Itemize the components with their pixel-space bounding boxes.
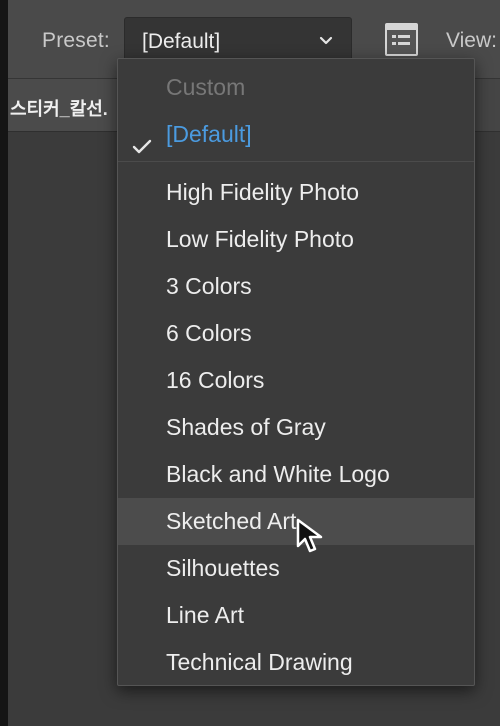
document-tab[interactable]: 스티커_칼선. [8,79,121,132]
menu-item-label: 16 Colors [166,367,265,393]
menu-item-low-fidelity-photo[interactable]: Low Fidelity Photo [118,216,474,263]
preset-selected-value: [Default] [142,30,221,53]
panel-toggle-icon[interactable] [385,23,418,56]
menu-item-16-colors[interactable]: 16 Colors [118,357,474,404]
preset-dropdown-menu: Custom [Default] High Fidelity Photo Low… [117,58,475,686]
menu-item-custom: Custom [118,64,474,111]
document-tab-label: 스티커_칼선. [10,99,108,119]
chevron-down-icon [319,34,333,48]
menu-item-label: 6 Colors [166,320,252,346]
arrow-cursor-icon [296,518,326,554]
menu-item-label: Sketched Art [166,508,297,534]
image-trace-screen: Preset: [Default] View: 스티커_칼선. Custom [… [0,0,500,726]
menu-item-label: Technical Drawing [166,649,353,675]
menu-item-label: Silhouettes [166,555,280,581]
menu-item-label: Custom [166,74,246,100]
menu-item-black-and-white-logo[interactable]: Black and White Logo [118,451,474,498]
menu-item-label: Line Art [166,602,244,628]
menu-item-label: Shades of Gray [166,414,326,440]
left-window-frame [0,0,8,726]
menu-item-high-fidelity-photo[interactable]: High Fidelity Photo [118,169,474,216]
menu-item-label: Low Fidelity Photo [166,226,354,252]
menu-item-6-colors[interactable]: 6 Colors [118,310,474,357]
preset-label: Preset: [42,29,110,52]
menu-item-label: [Default] [166,121,252,147]
menu-item-shades-of-gray[interactable]: Shades of Gray [118,404,474,451]
menu-item-label: High Fidelity Photo [166,179,360,205]
view-label: View: [446,29,497,52]
menu-item-label: 3 Colors [166,273,252,299]
menu-item-default[interactable]: [Default] [118,111,474,158]
checkmark-icon [132,125,152,154]
menu-item-label: Black and White Logo [166,461,390,487]
menu-item-line-art[interactable]: Line Art [118,592,474,639]
menu-divider [118,161,474,162]
menu-item-3-colors[interactable]: 3 Colors [118,263,474,310]
menu-item-technical-drawing[interactable]: Technical Drawing [118,639,474,686]
